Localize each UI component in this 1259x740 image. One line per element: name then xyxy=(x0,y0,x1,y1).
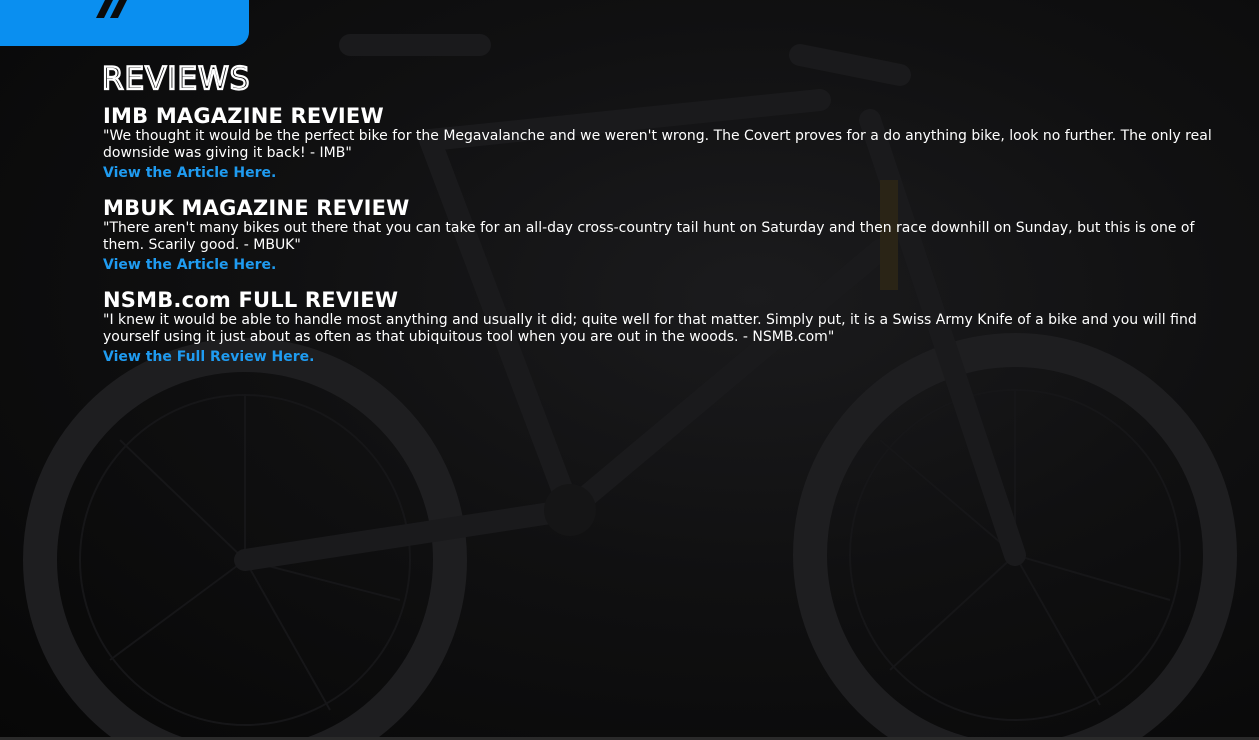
brand-logo-tab[interactable] xyxy=(0,0,249,46)
review-heading: NSMB.com FULL REVIEW xyxy=(103,288,399,312)
review-quote: "There aren't many bikes out there that … xyxy=(103,220,1195,253)
brand-logo-icon xyxy=(96,0,127,18)
review-item-imb: IMB MAGAZINE REVIEW "We thought it would… xyxy=(103,104,1213,182)
review-item-nsmb: NSMB.com FULL REVIEW "I knew it would be… xyxy=(103,288,1213,366)
reviews-list: IMB MAGAZINE REVIEW "We thought it would… xyxy=(103,104,1213,380)
page-title-text: REVIEWS xyxy=(102,61,250,96)
page-background: REVIEWS IMB MAGAZINE REVIEW "We thought … xyxy=(0,0,1259,740)
review-quote: "We thought it would be the perfect bike… xyxy=(103,128,1212,161)
review-item-mbuk: MBUK MAGAZINE REVIEW "There aren't many … xyxy=(103,196,1213,274)
review-heading: MBUK MAGAZINE REVIEW xyxy=(103,196,410,220)
view-full-review-link[interactable]: View the Full Review Here. xyxy=(103,349,314,366)
view-article-link[interactable]: View the Article Here. xyxy=(103,165,276,182)
review-heading: IMB MAGAZINE REVIEW xyxy=(103,104,384,128)
review-quote: "I knew it would be able to handle most … xyxy=(103,312,1197,345)
view-article-link[interactable]: View the Article Here. xyxy=(103,257,276,274)
page-title: REVIEWS xyxy=(102,60,251,96)
